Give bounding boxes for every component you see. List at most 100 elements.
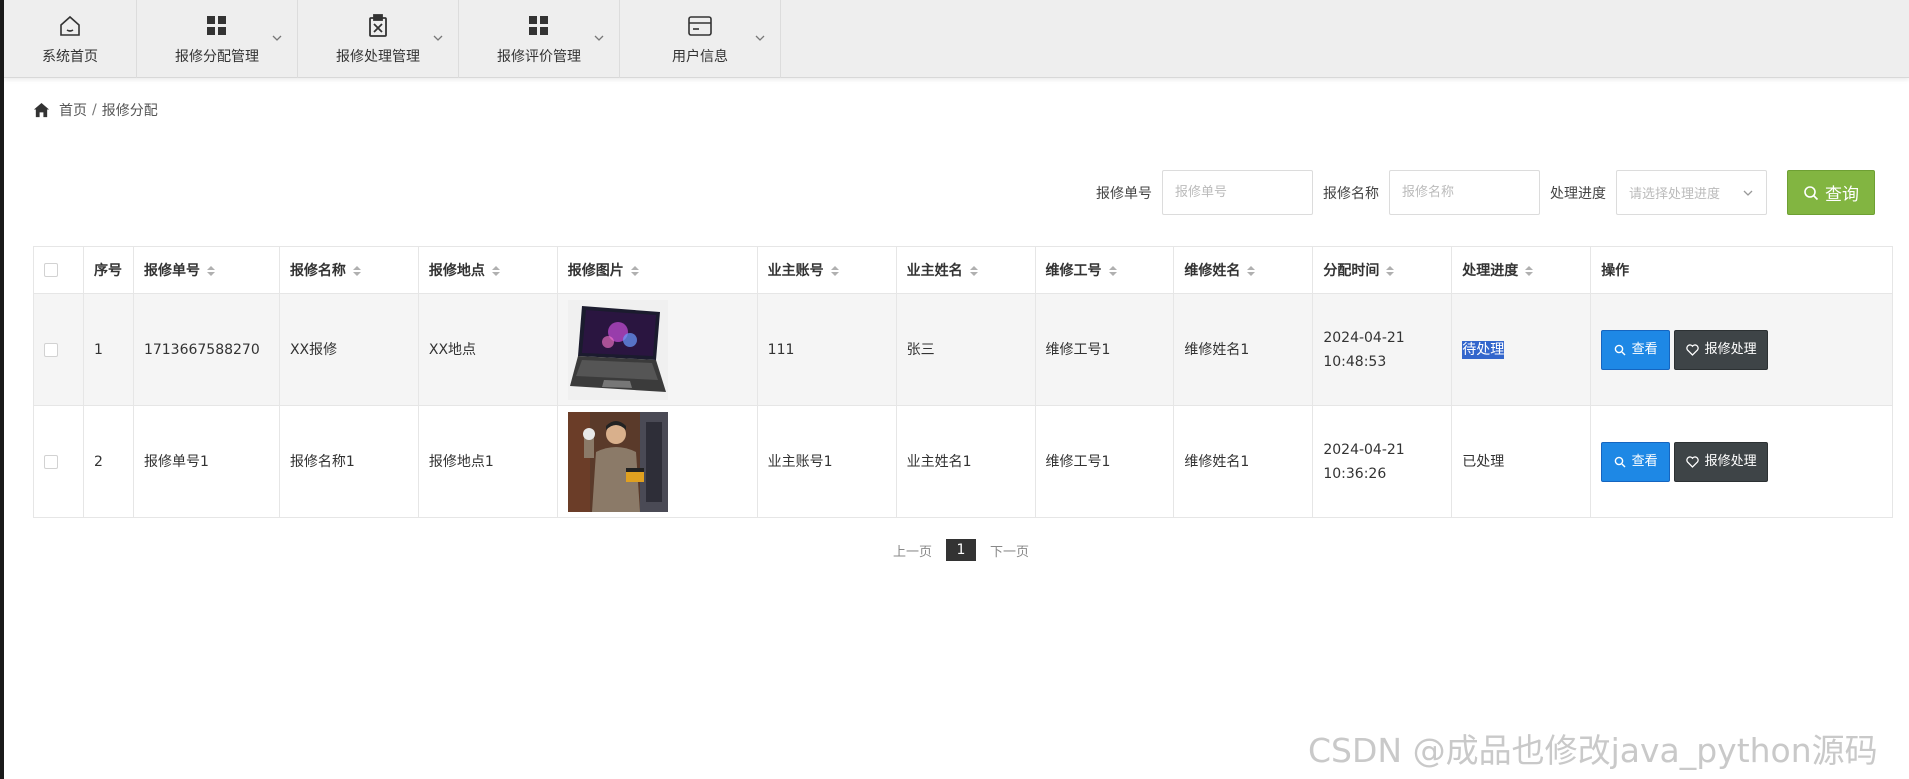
status-text: 待处理 bbox=[1462, 340, 1505, 359]
table-header[interactable]: 分配时间 bbox=[1312, 246, 1453, 294]
chevron-down-icon bbox=[272, 35, 282, 41]
sort-icon[interactable] bbox=[1108, 264, 1118, 278]
view-button[interactable]: 查看 bbox=[1601, 329, 1671, 370]
cell-worker-name: 维修姓名1 bbox=[1173, 293, 1314, 406]
sort-icon[interactable] bbox=[630, 264, 640, 278]
next-page-link[interactable]: 下一页 bbox=[990, 541, 1029, 560]
sort-icon[interactable] bbox=[1524, 264, 1534, 278]
heart-icon bbox=[1685, 455, 1699, 468]
nav-item-user-info[interactable]: 用户信息 bbox=[620, 0, 781, 78]
cell-worker-id: 维修工号1 bbox=[1034, 405, 1175, 518]
view-button-label: 查看 bbox=[1631, 453, 1658, 469]
nav-item-home[interactable]: 系统首页 bbox=[4, 0, 137, 78]
view-button-label: 查看 bbox=[1631, 341, 1658, 357]
cell-name: XX报修 bbox=[278, 293, 419, 406]
nav-item-repair-review[interactable]: 报修评价管理 bbox=[459, 0, 620, 78]
order-no-input[interactable] bbox=[1162, 170, 1313, 215]
table-header[interactable]: 维修姓名 bbox=[1173, 246, 1314, 294]
chevron-down-icon bbox=[433, 35, 443, 41]
cell-order-no: 1713667588270 bbox=[132, 293, 280, 406]
laptop-image bbox=[567, 299, 668, 400]
nav-label: 用户信息 bbox=[672, 49, 728, 65]
top-nav: 系统首页 报修分配管理 报修处理管理 报修评价管理 用户信息 bbox=[4, 0, 1909, 78]
cell-order-no: 报修单号1 bbox=[132, 405, 280, 518]
repair-name-label: 报修名称 bbox=[1323, 185, 1379, 202]
home-icon bbox=[56, 12, 84, 40]
process-button-label: 报修处理 bbox=[1704, 341, 1757, 357]
cell-index: 1 bbox=[82, 293, 134, 406]
breadcrumb-separator: / bbox=[92, 102, 97, 118]
cell-owner-name: 业主姓名1 bbox=[895, 405, 1036, 518]
repair-name-input[interactable] bbox=[1389, 170, 1540, 215]
row-select-cell[interactable] bbox=[33, 293, 84, 406]
cell-worker-name: 维修姓名1 bbox=[1173, 405, 1314, 518]
grid-icon bbox=[525, 12, 553, 40]
cell-location: 报修地点1 bbox=[417, 405, 558, 518]
sort-icon[interactable] bbox=[830, 264, 840, 278]
breadcrumb-current: 报修分配 bbox=[101, 103, 158, 119]
chevron-down-icon bbox=[1743, 190, 1753, 196]
nav-label: 报修分配管理 bbox=[175, 49, 259, 65]
progress-select[interactable]: 请选择处理进度 bbox=[1616, 170, 1767, 215]
cell-image bbox=[556, 405, 758, 518]
sort-icon[interactable] bbox=[352, 264, 362, 278]
row-select-cell[interactable] bbox=[33, 405, 84, 518]
search-icon bbox=[1804, 185, 1819, 200]
clipboard-x-icon bbox=[364, 12, 392, 40]
row-checkbox[interactable] bbox=[44, 454, 58, 469]
nav-item-repair-process[interactable]: 报修处理管理 bbox=[298, 0, 459, 78]
table-header: 操作 bbox=[1590, 246, 1893, 294]
table-header[interactable]: 业主姓名 bbox=[895, 246, 1036, 294]
query-button[interactable]: 查询 bbox=[1787, 170, 1875, 215]
current-page[interactable]: 1 bbox=[946, 539, 977, 561]
cell-owner-account: 111 bbox=[756, 293, 897, 406]
chevron-down-icon bbox=[755, 35, 765, 41]
table-header[interactable]: 处理进度 bbox=[1451, 246, 1592, 294]
card-icon bbox=[686, 12, 714, 40]
breadcrumb-home-link[interactable]: 首页 bbox=[59, 100, 87, 120]
process-button-label: 报修处理 bbox=[1704, 453, 1757, 469]
search-bar: 报修单号 报修名称 处理进度 请选择处理进度 查询 bbox=[1096, 170, 1875, 215]
table-header[interactable]: 报修图片 bbox=[556, 246, 758, 294]
nav-item-repair-assign[interactable]: 报修分配管理 bbox=[137, 0, 298, 78]
prev-page-link[interactable]: 上一页 bbox=[893, 541, 932, 560]
table-header[interactable]: 报修名称 bbox=[278, 246, 419, 294]
cell-assign-time: 2024-04-21 10:36:26 bbox=[1312, 405, 1453, 518]
table-header-row: 序号 报修单号 报修名称 报修地点 报修图片 业主账号 业主姓名 维修工号 维修… bbox=[33, 246, 1893, 294]
sort-icon[interactable] bbox=[491, 264, 501, 278]
heart-icon bbox=[1685, 343, 1699, 356]
table-row: 1 1713667588270 XX报修 XX地点 111 张三 维修工号1 维… bbox=[33, 293, 1893, 406]
repair-table: 序号 报修单号 报修名称 报修地点 报修图片 业主账号 业主姓名 维修工号 维修… bbox=[33, 246, 1893, 518]
search-icon bbox=[1614, 344, 1626, 355]
cell-actions: 查看 报修处理 bbox=[1590, 293, 1893, 406]
table-header[interactable]: 业主账号 bbox=[756, 246, 897, 294]
sort-icon[interactable] bbox=[1246, 264, 1256, 278]
repairman-image bbox=[567, 411, 668, 512]
table-header[interactable]: 报修单号 bbox=[132, 246, 280, 294]
view-button[interactable]: 查看 bbox=[1601, 441, 1671, 482]
query-button-label: 查询 bbox=[1825, 185, 1859, 205]
select-all-checkbox[interactable] bbox=[44, 263, 58, 277]
process-button[interactable]: 报修处理 bbox=[1674, 441, 1769, 482]
cell-assign-time: 2024-04-21 10:48:53 bbox=[1312, 293, 1453, 406]
table-header[interactable]: 报修地点 bbox=[417, 246, 558, 294]
table-header[interactable]: 维修工号 bbox=[1034, 246, 1175, 294]
nav-label: 报修评价管理 bbox=[497, 49, 581, 65]
home-icon bbox=[33, 102, 50, 117]
cell-index: 2 bbox=[82, 405, 134, 518]
progress-label: 处理进度 bbox=[1550, 185, 1606, 202]
cell-image bbox=[556, 293, 758, 406]
window-edge bbox=[0, 0, 4, 779]
table-header: 序号 bbox=[82, 246, 134, 294]
sort-icon[interactable] bbox=[206, 264, 216, 278]
sort-icon[interactable] bbox=[969, 264, 979, 278]
sort-icon[interactable] bbox=[1385, 264, 1395, 278]
nav-label: 报修处理管理 bbox=[336, 49, 420, 65]
cell-owner-account: 业主账号1 bbox=[756, 405, 897, 518]
cell-owner-name: 张三 bbox=[895, 293, 1036, 406]
row-checkbox[interactable] bbox=[44, 342, 58, 357]
table-row: 2 报修单号1 报修名称1 报修地点1 业主账号1 业主姓名1 维修工号1 维修… bbox=[33, 405, 1893, 518]
process-button[interactable]: 报修处理 bbox=[1674, 329, 1769, 370]
header-select-all[interactable] bbox=[33, 246, 84, 294]
cell-worker-id: 维修工号1 bbox=[1034, 293, 1175, 406]
